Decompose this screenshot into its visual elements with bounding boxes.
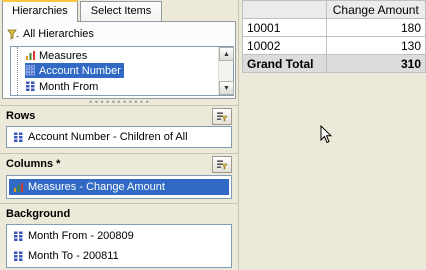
background-section-title: Background — [0, 203, 238, 223]
rows-options-button[interactable] — [212, 108, 232, 125]
background-item[interactable]: Month To - 200811 — [9, 248, 229, 264]
pivot-corner-cell — [242, 0, 327, 19]
scroll-up-button[interactable]: ▲ — [219, 47, 234, 61]
background-title: Background — [6, 208, 71, 220]
filter-list-icon — [216, 159, 228, 170]
all-hierarchies-label: All Hierarchies — [23, 28, 94, 40]
measures-icon — [13, 182, 24, 193]
columns-section-title: Columns * — [0, 153, 238, 173]
arrow-up-icon: ▲ — [223, 50, 230, 58]
row-header-cell[interactable]: 10002 — [242, 36, 327, 55]
value-cell[interactable]: 180 — [325, 18, 426, 37]
background-item-label: Month To - 200811 — [28, 250, 119, 262]
tree-item-label: Month From — [39, 80, 99, 93]
scroll-down-button[interactable]: ▼ — [219, 81, 234, 95]
hierarchy-panel: Hierarchies Select Items All Hierarchies — [0, 0, 238, 270]
rows-list[interactable]: Account Number - Children of All — [6, 126, 232, 148]
columns-list[interactable]: Measures - Change Amount — [6, 175, 232, 199]
columns-title: Columns * — [6, 158, 61, 170]
tree-connector — [17, 47, 18, 95]
filter-list-icon — [216, 111, 228, 122]
hierarchy-icon — [13, 132, 24, 143]
arrow-down-icon: ▼ — [223, 84, 230, 92]
tree-item-account-number[interactable]: Account Number — [25, 63, 124, 78]
tab-hierarchies[interactable]: Hierarchies — [2, 0, 78, 22]
rows-section-title: Rows — [0, 105, 238, 125]
tree-item-label: Account Number — [39, 64, 121, 77]
hierarchy-icon — [25, 81, 36, 92]
pivot-grid-area: Change Amount 10001 180 10002 130 Grand … — [242, 0, 426, 270]
hierarchy-icon — [25, 65, 36, 76]
measures-icon — [25, 50, 36, 61]
tree-item-measures[interactable]: Measures — [25, 48, 90, 63]
pivot-table: Change Amount 10001 180 10002 130 Grand … — [242, 0, 426, 73]
grand-total-label[interactable]: Grand Total — [242, 54, 327, 73]
table-row: 10002 130 — [242, 36, 426, 55]
rows-item[interactable]: Account Number - Children of All — [9, 129, 229, 145]
value-cell[interactable]: 130 — [325, 36, 426, 55]
tree-item-label: Measures — [39, 49, 88, 62]
tree-scrollbar[interactable]: ▲ ▼ — [218, 47, 234, 95]
columns-item[interactable]: Measures - Change Amount — [9, 179, 229, 195]
background-list[interactable]: Month From - 200809 Month To - 200811 — [6, 224, 232, 268]
pivot-header-row: Change Amount — [242, 0, 426, 19]
all-hierarchies-filter[interactable]: All Hierarchies — [7, 26, 94, 42]
columns-options-button[interactable] — [212, 156, 232, 173]
column-header-cell[interactable]: Change Amount — [325, 0, 426, 19]
hierarchy-tree[interactable]: Measures Account Number Month From ▲ ▼ — [10, 46, 234, 96]
grand-total-row: Grand Total 310 — [242, 54, 426, 73]
rows-title: Rows — [6, 110, 36, 122]
columns-item-label: Measures - Change Amount — [28, 181, 165, 193]
hierarchy-icon — [13, 231, 24, 242]
filter-icon — [7, 29, 19, 40]
tab-select-items[interactable]: Select Items — [80, 1, 162, 22]
grand-total-value[interactable]: 310 — [325, 54, 426, 73]
background-item[interactable]: Month From - 200809 — [9, 228, 229, 244]
row-header-cell[interactable]: 10001 — [242, 18, 327, 37]
tab-strip: Hierarchies Select Items — [0, 0, 238, 22]
mouse-cursor-icon — [320, 125, 332, 144]
hierarchies-tab-page: All Hierarchies Measures Account Number … — [2, 21, 236, 99]
rows-item-label: Account Number - Children of All — [28, 131, 188, 143]
background-item-label: Month From - 200809 — [28, 230, 134, 242]
table-row: 10001 180 — [242, 18, 426, 37]
tree-item-month-from[interactable]: Month From — [25, 79, 101, 94]
hierarchy-icon — [13, 251, 24, 262]
